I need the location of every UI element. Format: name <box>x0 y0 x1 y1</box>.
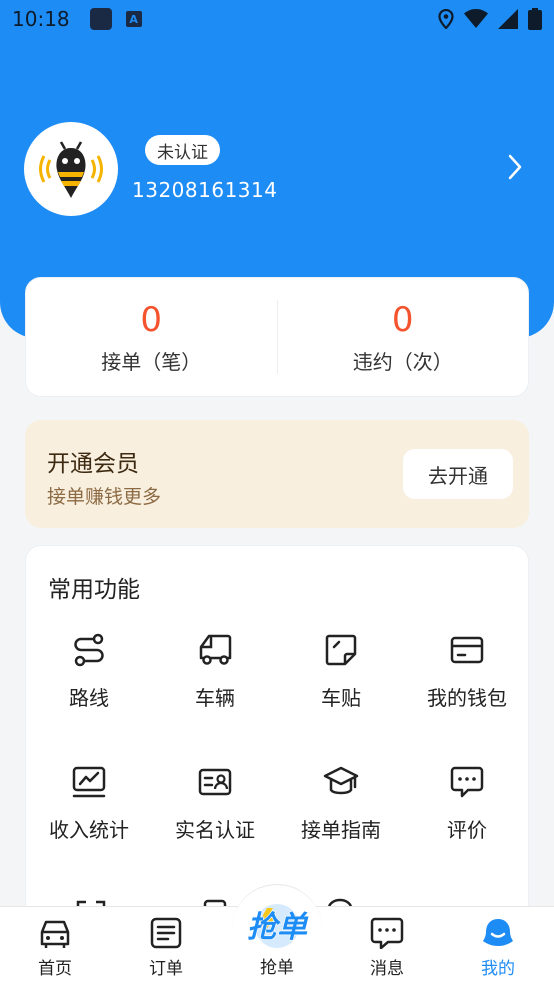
stat-violations-label: 违约（次） <box>352 349 453 374</box>
message-icon <box>370 917 404 949</box>
stat-orders[interactable]: 0 接单（笔） <box>26 300 277 375</box>
membership-subtitle: 接单赚钱更多 <box>47 486 162 508</box>
function-route[interactable]: 路线 <box>26 630 152 711</box>
battery-icon <box>528 8 542 30</box>
profile-icon <box>483 919 513 946</box>
stats-card: 0 接单（笔） 0 违约（次） <box>25 277 529 397</box>
id-card-icon <box>198 768 232 796</box>
tab-label: 我的 <box>481 959 515 979</box>
order-list-icon <box>150 917 182 949</box>
membership-title: 开通会员 <box>47 451 139 477</box>
bee-logo-icon <box>39 141 103 198</box>
function-label: 评价 <box>447 818 487 842</box>
wifi-icon <box>464 9 488 28</box>
function-label: 我的钱包 <box>427 686 507 710</box>
open-membership-button[interactable]: 去开通 <box>403 449 513 499</box>
chevron-right-icon[interactable] <box>508 154 522 180</box>
phone-number: 13208161314 <box>132 178 278 202</box>
sticker-icon <box>325 634 357 666</box>
common-functions-title: 常用功能 <box>48 577 140 603</box>
function-label: 收入统计 <box>49 818 129 842</box>
stat-orders-label: 接单（笔） <box>101 349 202 374</box>
grab-order-logo-text: 抢单 <box>247 910 309 945</box>
membership-banner: 开通会员 接单赚钱更多 去开通 <box>25 420 529 528</box>
status-bar: 10:18 A <box>0 0 554 38</box>
tab-grab-order[interactable]: 抢单 <box>237 900 317 950</box>
tab-home[interactable]: 首页 <box>15 915 95 979</box>
a-notification-icon: A <box>125 11 142 27</box>
function-wallet[interactable]: 我的钱包 <box>404 630 530 711</box>
function-label: 车贴 <box>321 686 361 710</box>
chart-icon <box>72 766 106 798</box>
graduation-cap-icon <box>323 766 359 795</box>
tab-messages[interactable]: 消息 <box>347 915 427 979</box>
function-real-name[interactable]: 实名认证 <box>152 762 278 843</box>
function-label: 实名认证 <box>175 818 255 842</box>
stat-violations[interactable]: 0 违约（次） <box>278 300 529 375</box>
wallet-icon <box>450 636 484 664</box>
verification-status-badge: 未认证 <box>145 135 220 165</box>
tab-label: 首页 <box>38 959 72 979</box>
tab-label: 抢单 <box>260 958 294 978</box>
app-notification-icon <box>89 8 112 30</box>
tab-orders[interactable]: 订单 <box>126 915 206 979</box>
function-vehicle[interactable]: 车辆 <box>152 630 278 711</box>
profile-header[interactable]: 未认证 13208161314 <box>24 122 530 216</box>
function-sticker[interactable]: 车贴 <box>278 630 404 711</box>
location-icon <box>438 9 454 29</box>
function-label: 接单指南 <box>301 818 381 842</box>
tab-label: 订单 <box>149 959 183 979</box>
car-icon <box>40 920 70 948</box>
stat-violations-value: 0 <box>391 299 414 340</box>
function-label: 车辆 <box>195 686 235 710</box>
function-review[interactable]: 评价 <box>404 762 530 843</box>
avatar[interactable] <box>24 122 118 216</box>
tab-profile[interactable]: 我的 <box>458 915 538 979</box>
status-time: 10:18 <box>12 7 70 31</box>
route-icon <box>74 633 104 667</box>
tab-label: 消息 <box>370 959 404 979</box>
grab-order-icon: 抢单 <box>246 904 310 948</box>
truck-icon <box>199 634 232 665</box>
function-label: 路线 <box>69 686 109 710</box>
stat-orders-value: 0 <box>140 299 163 340</box>
function-income-stats[interactable]: 收入统计 <box>26 762 152 843</box>
status-indicators <box>438 8 542 30</box>
function-guide[interactable]: 接单指南 <box>278 762 404 843</box>
comment-icon <box>450 766 484 798</box>
signal-icon <box>498 9 518 29</box>
